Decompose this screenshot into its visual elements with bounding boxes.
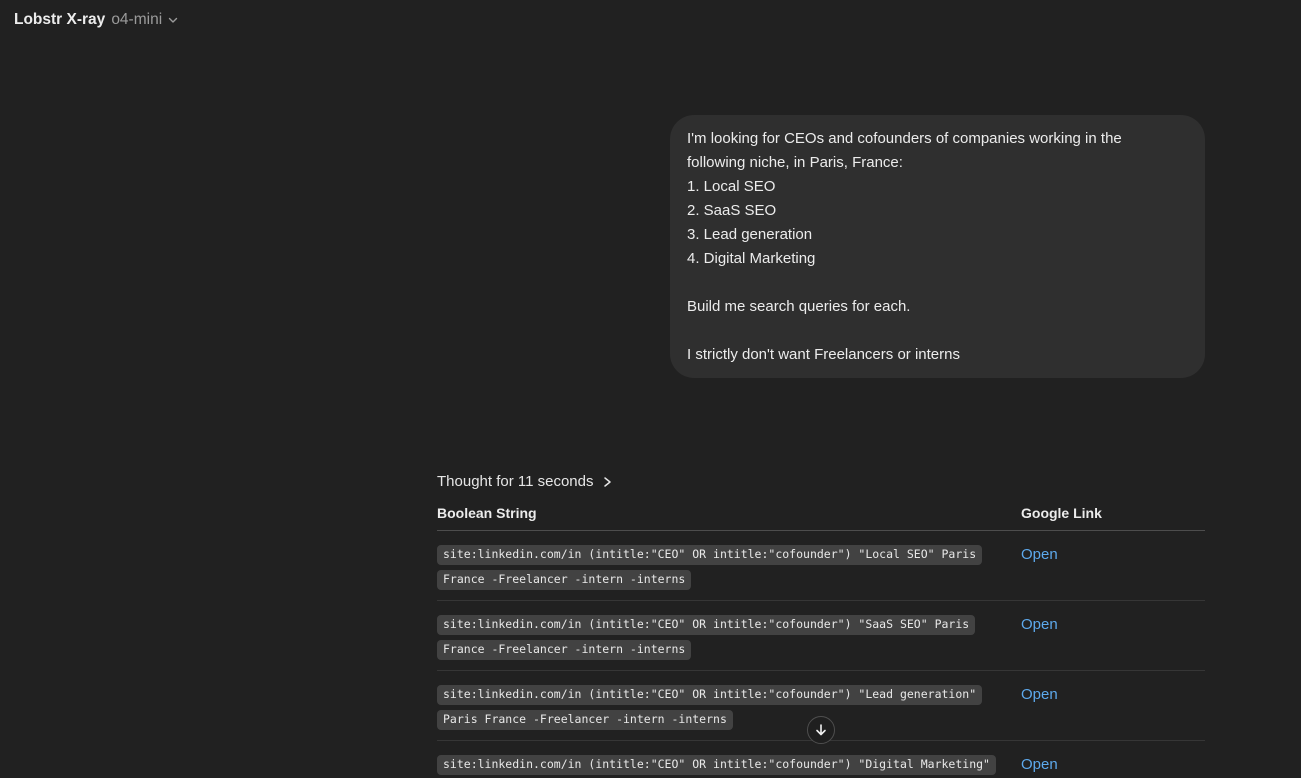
model-selector[interactable]: o4-mini	[111, 10, 179, 30]
user-message-bubble: I'm looking for CEOs and cofounders of c…	[670, 115, 1205, 378]
boolean-string-code: site:linkedin.com/in (intitle:"CEO" OR i…	[437, 545, 982, 565]
thought-label: Thought for 11 seconds	[437, 473, 594, 490]
table-row: site:linkedin.com/in (intitle:"CEO" OR i…	[437, 601, 1205, 671]
message-line: 2. SaaS SEO	[687, 199, 1188, 223]
message-line: Build me search queries for each.	[687, 295, 1188, 319]
message-line: 3. Lead generation	[687, 223, 1188, 247]
table-row: site:linkedin.com/in (intitle:"CEO" OR i…	[437, 741, 1205, 778]
boolean-string-cell: site:linkedin.com/in (intitle:"CEO" OR i…	[437, 685, 1021, 730]
google-link-cell: Open	[1021, 545, 1205, 590]
boolean-string-code: site:linkedin.com/in (intitle:"CEO" OR i…	[437, 755, 996, 775]
table-header-row: Boolean String Google Link	[437, 505, 1205, 531]
app-bar: Lobstr X-ray o4-mini	[14, 10, 179, 30]
arrow-down-icon	[813, 722, 829, 738]
google-link-cell: Open	[1021, 755, 1205, 775]
boolean-string-code: France -Freelancer -intern -interns	[437, 570, 691, 590]
open-link[interactable]: Open	[1021, 616, 1058, 633]
app-title: Lobstr X-ray	[14, 10, 105, 30]
boolean-string-code: site:linkedin.com/in (intitle:"CEO" OR i…	[437, 685, 982, 705]
message-line: I strictly don't want Freelancers or int…	[687, 343, 1188, 367]
chevron-down-icon	[167, 14, 179, 26]
thought-toggle[interactable]: Thought for 11 seconds	[437, 473, 613, 490]
boolean-string-code: France -Freelancer -intern -interns	[437, 640, 691, 660]
message-line: 1. Local SEO	[687, 175, 1188, 199]
message-line: I'm looking for CEOs and cofounders of c…	[687, 127, 1188, 151]
boolean-string-code: Paris France -Freelancer -intern -intern…	[437, 710, 733, 730]
boolean-string-cell: site:linkedin.com/in (intitle:"CEO" OR i…	[437, 615, 1021, 660]
message-line	[687, 271, 1188, 295]
table-row: site:linkedin.com/in (intitle:"CEO" OR i…	[437, 531, 1205, 601]
open-link[interactable]: Open	[1021, 756, 1058, 773]
column-header-google-link: Google Link	[1021, 505, 1205, 530]
scroll-to-bottom-button[interactable]	[807, 716, 835, 744]
model-name: o4-mini	[111, 10, 162, 30]
open-link[interactable]: Open	[1021, 686, 1058, 703]
message-line: 4. Digital Marketing	[687, 247, 1188, 271]
open-link[interactable]: Open	[1021, 546, 1058, 563]
boolean-string-code: site:linkedin.com/in (intitle:"CEO" OR i…	[437, 615, 975, 635]
boolean-string-cell: site:linkedin.com/in (intitle:"CEO" OR i…	[437, 755, 1021, 775]
boolean-string-cell: site:linkedin.com/in (intitle:"CEO" OR i…	[437, 545, 1021, 590]
chevron-right-icon	[602, 475, 613, 488]
message-line	[687, 319, 1188, 343]
column-header-boolean-string: Boolean String	[437, 505, 1021, 530]
google-link-cell: Open	[1021, 615, 1205, 660]
user-message-lines: I'm looking for CEOs and cofounders of c…	[687, 127, 1188, 367]
message-line: following niche, in Paris, France:	[687, 151, 1188, 175]
google-link-cell: Open	[1021, 685, 1205, 730]
